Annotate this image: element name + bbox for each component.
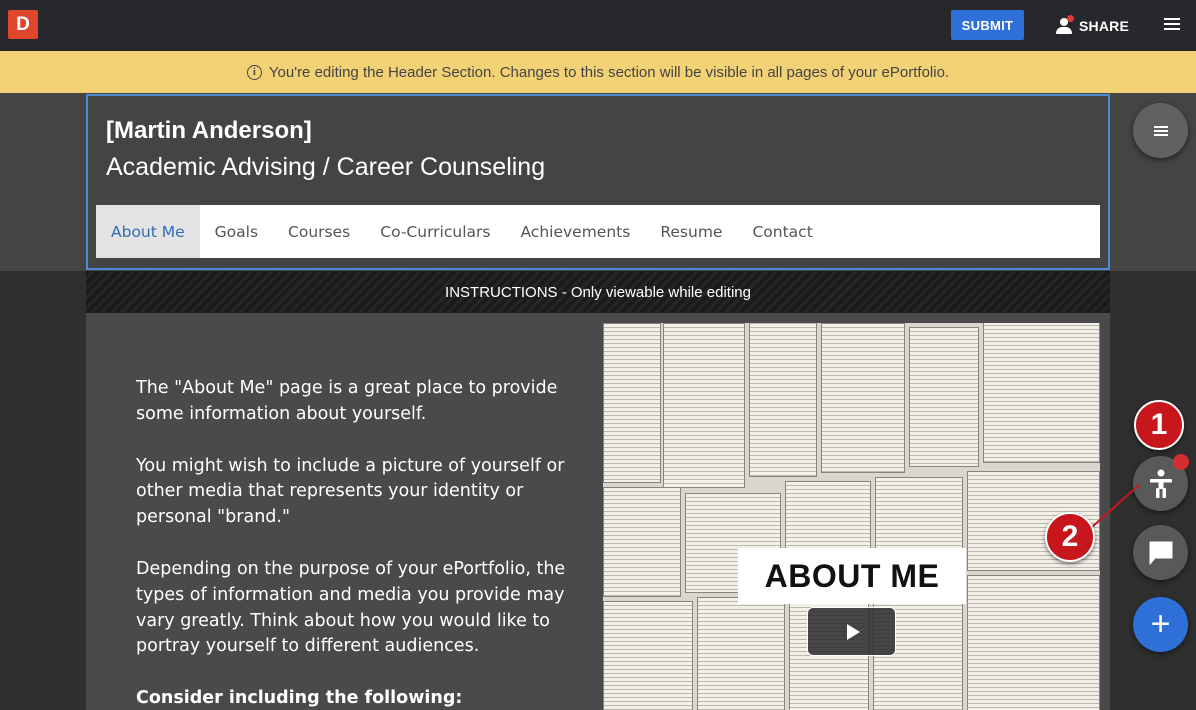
site-name: [Martin Anderson] (106, 117, 312, 144)
nav-item-about-me[interactable]: About Me (96, 205, 200, 258)
editing-notice: i You're editing the Header Section. Cha… (0, 51, 1196, 93)
site-subtitle: Academic Advising / Career Counseling (106, 153, 546, 181)
callout-badge-1: 1 (1134, 400, 1184, 450)
notification-dot (1067, 15, 1074, 22)
hamburger-icon[interactable] (1164, 18, 1180, 32)
play-button[interactable] (807, 607, 896, 656)
nav-item-courses[interactable]: Courses (273, 205, 365, 258)
callout-badge-2: 2 (1045, 512, 1095, 562)
person-icon (1055, 15, 1074, 35)
notice-text: You're editing the Header Section. Chang… (268, 63, 950, 81)
chat-icon (1149, 541, 1172, 564)
submit-button[interactable]: SUBMIT (951, 10, 1024, 40)
app-logo[interactable]: D (8, 10, 38, 39)
paragraph-consider: Consider including the following: (136, 688, 463, 709)
accessibility-button[interactable] (1133, 454, 1189, 511)
top-bar: D SUBMIT SHARE (0, 0, 1196, 51)
page-nav: About Me Goals Courses Co-Curriculars Ac… (96, 205, 1100, 258)
nav-item-goals[interactable]: Goals (200, 205, 273, 258)
nav-item-achievements[interactable]: Achievements (505, 205, 645, 258)
share-label: SHARE (1079, 18, 1130, 34)
paragraph-purpose: Depending on the purpose of your ePortfo… (136, 558, 566, 657)
menu-icon (1153, 124, 1168, 138)
nav-item-resume[interactable]: Resume (645, 205, 737, 258)
accessibility-icon (1149, 469, 1172, 498)
nav-item-co-curriculars[interactable]: Co-Curriculars (365, 205, 505, 258)
paragraph-intro: The "About Me" page is a great place to … (136, 378, 558, 424)
image-title: ABOUT ME (738, 548, 966, 604)
about-text: The "About Me" page is a great place to … (136, 376, 566, 710)
chat-button[interactable] (1133, 525, 1188, 580)
share-button[interactable]: SHARE (1055, 13, 1129, 39)
paragraph-picture: You might wish to include a picture of y… (136, 455, 565, 528)
info-icon: i (246, 64, 262, 80)
instructions-bar: INSTRUCTIONS - Only viewable while editi… (86, 271, 1110, 313)
floating-menu-button[interactable] (1133, 103, 1188, 158)
add-button[interactable]: + (1133, 597, 1188, 652)
play-icon (846, 623, 860, 640)
nav-item-contact[interactable]: Contact (737, 205, 827, 258)
notification-dot (1173, 454, 1189, 470)
